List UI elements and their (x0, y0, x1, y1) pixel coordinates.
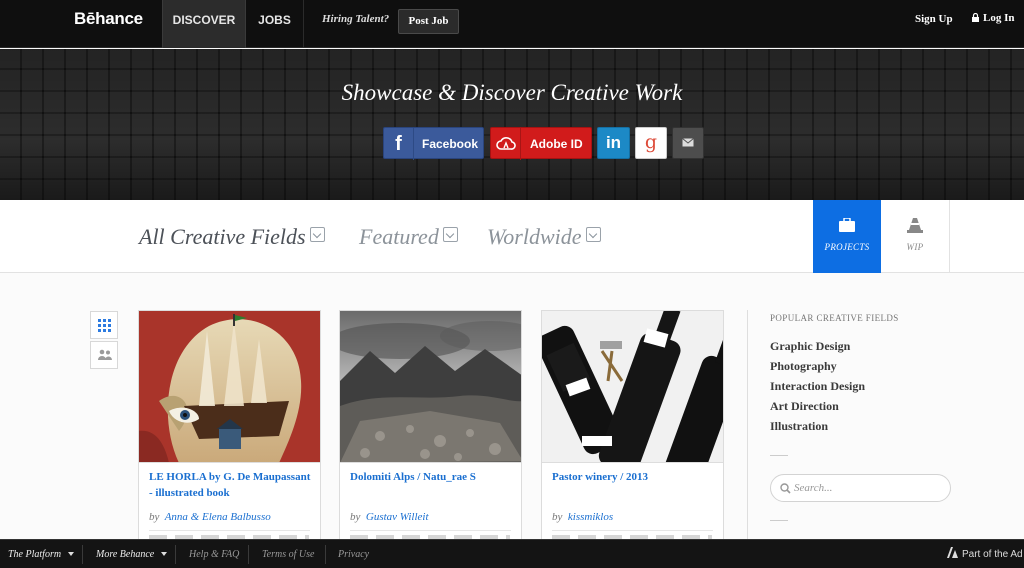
footer-divider (248, 545, 249, 564)
caret-down-icon (68, 552, 75, 556)
popular-fields-heading: POPULAR CREATIVE FIELDS (770, 313, 899, 323)
behance-logo[interactable]: Bēhance (74, 9, 143, 29)
location-label: Worldwide (487, 224, 582, 249)
popular-field-link[interactable]: Photography (770, 358, 865, 378)
nav-jobs[interactable]: JOBS (246, 0, 304, 48)
terms-of-use-link[interactable]: Terms of Use (262, 540, 314, 568)
google-icon[interactable]: g (635, 127, 667, 159)
log-in-label: Log In (983, 12, 1015, 24)
cone-icon (907, 218, 923, 233)
adobe-cloud-icon (491, 128, 521, 160)
sort-filter[interactable]: Featured (359, 224, 458, 250)
people-icon (98, 349, 112, 360)
project-thumbnail-dolomiti[interactable] (340, 311, 521, 463)
card-divider (149, 530, 310, 531)
byline-prefix: by (350, 511, 361, 523)
sidebar-search[interactable] (770, 474, 951, 502)
project-card[interactable]: Dolomiti Alps / Natu_rae S by Gustav Wil… (339, 310, 522, 550)
creative-fields-filter[interactable]: All Creative Fields (139, 224, 325, 250)
the-platform-label: The Platform (8, 549, 62, 560)
creative-fields-label: All Creative Fields (139, 224, 306, 249)
top-navigation-bar: Bēhance DISCOVER JOBS Hiring Talent? Pos… (0, 0, 1024, 48)
project-title[interactable]: Dolomiti Alps / Natu_rae S (350, 469, 515, 485)
help-faq-link[interactable]: Help & FAQ (189, 540, 239, 568)
chevron-down-icon (442, 227, 458, 242)
people-view-toggle[interactable] (90, 341, 118, 369)
the-platform-menu[interactable]: The Platform (8, 540, 75, 568)
chevron-down-icon (309, 227, 325, 242)
facebook-label: Facebook (422, 137, 479, 151)
tab-projects-label: PROJECTS (824, 242, 870, 252)
footer-bar: The Platform More Behance Help & FAQ Ter… (0, 539, 1024, 568)
facebook-signup-button[interactable]: f Facebook (383, 127, 484, 160)
project-byline: by Gustav Willeit (350, 511, 429, 523)
tab-wip[interactable]: WIP (881, 200, 950, 273)
more-behance-menu[interactable]: More Behance (96, 540, 168, 568)
sort-label: Featured (359, 224, 439, 249)
location-filter[interactable]: Worldwide (487, 224, 601, 250)
search-input[interactable] (794, 479, 944, 497)
tab-wip-label: WIP (906, 242, 924, 252)
search-icon (780, 483, 791, 494)
briefcase-icon (839, 218, 855, 232)
card-divider (552, 530, 713, 531)
caret-down-icon (161, 552, 168, 556)
adobe-id-button[interactable]: Adobe ID (490, 127, 592, 160)
sidebar-separator (770, 455, 788, 456)
adobe-footer-label: Part of the Ad (962, 549, 1023, 560)
email-icon[interactable] (672, 127, 704, 159)
footer-divider (325, 545, 326, 564)
lock-icon (972, 13, 979, 22)
chevron-down-icon (585, 227, 601, 242)
popular-fields-list: Graphic Design Photography Interaction D… (770, 338, 865, 438)
sidebar-separator (770, 520, 788, 521)
hero-banner: Showcase & Discover Creative Work f Face… (0, 49, 1024, 200)
project-card[interactable]: LE HORLA by G. De Maupassant - illustrat… (138, 310, 321, 550)
project-byline: by Anna & Elena Balbusso (149, 511, 271, 523)
popular-field-link[interactable]: Interaction Design (770, 378, 865, 398)
tab-projects[interactable]: PROJECTS (813, 200, 881, 273)
filter-bar: All Creative Fields Featured Worldwide P… (0, 200, 1024, 273)
adobe-logo-icon (947, 547, 958, 558)
project-title[interactable]: LE HORLA by G. De Maupassant - illustrat… (149, 469, 314, 501)
project-byline: by kissmiklos (552, 511, 613, 523)
linkedin-icon[interactable]: in (597, 127, 630, 159)
adobe-footer-link[interactable]: Part of the Ad (947, 540, 1023, 568)
author-link[interactable]: Anna & Elena Balbusso (165, 511, 271, 523)
project-card[interactable]: Pastor winery / 2013 by kissmiklos (541, 310, 724, 550)
byline-prefix: by (552, 511, 563, 523)
project-thumbnail-pastor-winery[interactable] (542, 311, 723, 463)
popular-field-link[interactable]: Graphic Design (770, 338, 865, 358)
project-title[interactable]: Pastor winery / 2013 (552, 469, 717, 485)
sign-up-link[interactable]: Sign Up (915, 13, 953, 25)
hiring-talent-text: Hiring Talent? (322, 13, 390, 25)
facebook-icon: f (384, 128, 414, 160)
popular-field-link[interactable]: Illustration (770, 418, 865, 438)
grid-icon (98, 319, 111, 332)
hero-title: Showcase & Discover Creative Work (341, 80, 683, 105)
more-behance-label: More Behance (96, 549, 155, 560)
byline-prefix: by (149, 511, 160, 523)
author-link[interactable]: Gustav Willeit (366, 511, 429, 523)
log-in-link[interactable]: Log In (972, 12, 1015, 24)
post-job-button[interactable]: Post Job (398, 9, 459, 34)
author-link[interactable]: kissmiklos (568, 511, 613, 523)
nav-discover[interactable]: DISCOVER (162, 0, 246, 48)
sidebar-divider (747, 310, 748, 540)
popular-field-link[interactable]: Art Direction (770, 398, 865, 418)
adobe-id-label: Adobe ID (530, 137, 583, 151)
privacy-link[interactable]: Privacy (338, 540, 369, 568)
card-divider (350, 530, 511, 531)
footer-divider (175, 545, 176, 564)
project-thumbnail-le-horla[interactable] (139, 311, 320, 463)
footer-divider (82, 545, 83, 564)
grid-view-toggle[interactable] (90, 311, 118, 339)
